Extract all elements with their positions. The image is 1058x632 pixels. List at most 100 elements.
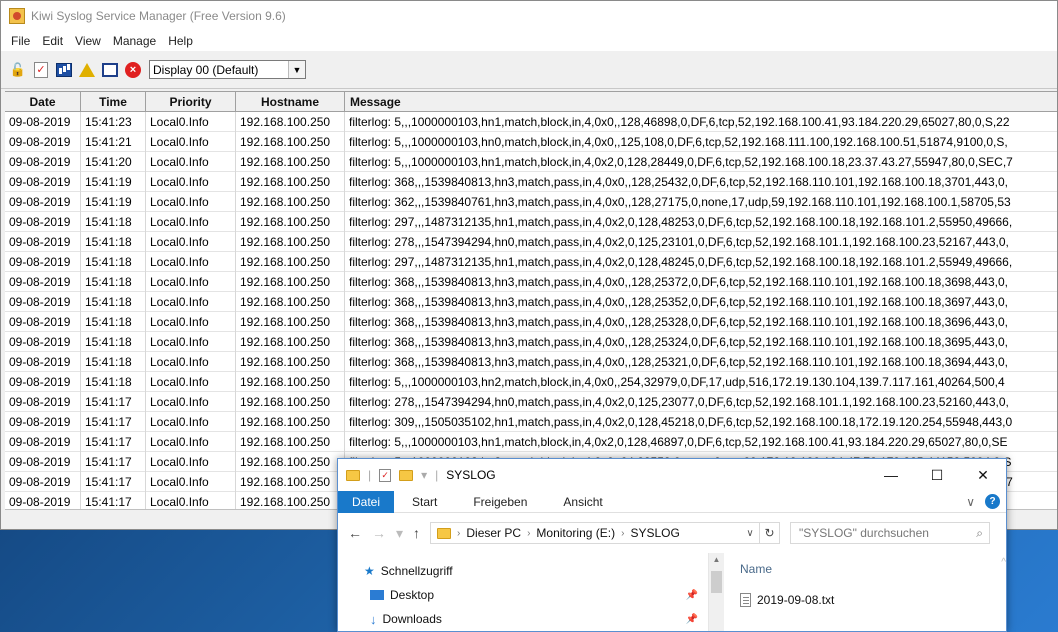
cell-date: 09-08-2019 <box>5 231 81 252</box>
forward-icon[interactable]: → <box>372 525 386 541</box>
nav-downloads[interactable]: ↓ Downloads 📌 <box>338 607 708 631</box>
cell-time: 15:41:20 <box>81 151 146 172</box>
chevron-right-icon[interactable]: › <box>621 528 624 539</box>
syslog-grid: Date Time Priority Hostname Message 09-0… <box>5 91 1057 512</box>
column-message[interactable]: Message <box>345 92 1057 111</box>
table-row[interactable]: 09-08-2019 15:41:18 Local0.Info 192.168.100… <box>5 291 1057 312</box>
table-row[interactable]: 09-08-2019 15:41:18 Local0.Info 192.168.100… <box>5 351 1057 372</box>
table-row[interactable]: 09-08-2019 15:41:18 Local0.Info 192.168.100… <box>5 331 1057 352</box>
file-explorer-window: | ✓ ▾ | SYSLOG — ☐ ✕ Datei Start Freigeb… <box>337 458 1007 632</box>
table-row[interactable]: 09-08-2019 15:41:17 Local0.Info 192.168.100… <box>5 411 1057 432</box>
checklist-button[interactable]: ✓ <box>32 61 50 79</box>
help-icon[interactable]: ? <box>985 494 1000 509</box>
refresh-icon[interactable]: ↻ <box>760 522 781 544</box>
column-priority[interactable]: Priority <box>146 92 236 111</box>
cell-message: filterlog: 5,,,1000000103,hn1,match,bloc… <box>349 114 1010 129</box>
pin-icon[interactable]: 📌 <box>686 590 698 601</box>
cell-time: 15:41:18 <box>81 311 146 332</box>
menu-view[interactable]: View <box>69 34 107 48</box>
cell-hostname: 192.168.100.250 <box>236 251 345 272</box>
menu-file[interactable]: File <box>5 34 36 48</box>
chevron-down-icon[interactable]: ∨ <box>741 528 759 539</box>
stop-button[interactable]: × <box>124 61 142 79</box>
table-row[interactable]: 09-08-2019 15:41:18 Local0.Info 192.168.100… <box>5 231 1057 252</box>
breadcrumb-monitoring[interactable]: Monitoring (E:) <box>536 526 615 540</box>
chevron-down-icon[interactable]: ▼ <box>288 61 305 78</box>
warning-button[interactable] <box>78 61 96 79</box>
cell-priority: Local0.Info <box>146 311 236 332</box>
cell-hostname: 192.168.100.250 <box>236 411 345 432</box>
table-row[interactable]: 09-08-2019 15:41:23 Local0.Info 192.168.100… <box>5 111 1057 132</box>
stop-icon: × <box>125 61 141 78</box>
nav-quick-access-label: Schnellzugriff <box>380 564 453 578</box>
cell-hostname: 192.168.100.250 <box>236 191 345 212</box>
table-row[interactable]: 09-08-2019 15:41:17 Local0.Info 192.168.100… <box>5 431 1057 452</box>
menu-manage[interactable]: Manage <box>107 34 162 48</box>
menu-edit[interactable]: Edit <box>36 34 69 48</box>
cell-priority: Local0.Info <box>146 371 236 392</box>
cell-priority: Local0.Info <box>146 271 236 292</box>
cell-priority: Local0.Info <box>146 451 236 472</box>
display-select[interactable]: Display 00 (Default) ▼ <box>149 60 306 79</box>
file-item[interactable]: 2019-09-08.txt <box>740 587 1006 613</box>
table-row[interactable]: 09-08-2019 15:41:19 Local0.Info 192.168.100… <box>5 171 1057 192</box>
back-icon[interactable]: ← <box>348 525 362 541</box>
chevron-right-icon[interactable]: › <box>457 528 460 539</box>
table-row[interactable]: 09-08-2019 15:41:17 Local0.Info 192.168.100… <box>5 391 1057 412</box>
cell-date: 09-08-2019 <box>5 311 81 332</box>
chevron-right-icon[interactable]: › <box>527 528 530 539</box>
display-button[interactable] <box>101 61 119 79</box>
tab-ansicht[interactable]: Ansicht <box>545 495 620 509</box>
customize-chevron-icon[interactable]: ▾ <box>421 468 427 482</box>
nav-desktop[interactable]: Desktop 📌 <box>338 583 708 607</box>
maximize-icon[interactable]: ☐ <box>914 467 960 484</box>
column-date[interactable]: Date <box>5 92 81 111</box>
cell-message: filterlog: 297,,,1487312135,hn1,match,pa… <box>349 254 1013 269</box>
scroll-up-icon[interactable]: ▲ <box>709 553 724 564</box>
properties-icon[interactable]: ✓ <box>379 468 392 482</box>
table-row[interactable]: 09-08-2019 15:41:19 Local0.Info 192.168.100… <box>5 191 1057 212</box>
recent-chevron-icon[interactable]: ▾ <box>396 525 403 542</box>
table-row[interactable]: 09-08-2019 15:41:21 Local0.Info 192.168.100… <box>5 131 1057 152</box>
up-icon[interactable]: ↑ <box>413 525 420 541</box>
chart-icon <box>56 62 72 77</box>
address-bar[interactable]: › Dieser PC › Monitoring (E:) › SYSLOG ∨ <box>430 522 761 544</box>
tab-freigeben[interactable]: Freigeben <box>455 495 545 509</box>
cell-priority: Local0.Info <box>146 431 236 452</box>
cell-date: 09-08-2019 <box>5 111 81 132</box>
cell-time: 15:41:18 <box>81 351 146 372</box>
navigation-pane: ★ Schnellzugriff Desktop 📌 ↓ Downloads 📌 <box>338 553 708 631</box>
column-hostname[interactable]: Hostname <box>236 92 345 111</box>
column-name[interactable]: Name <box>740 557 1006 581</box>
minimize-icon[interactable]: — <box>868 467 914 484</box>
breadcrumb-this-pc[interactable]: Dieser PC <box>466 526 521 540</box>
star-icon: ★ <box>364 564 375 578</box>
cell-time: 15:41:17 <box>81 391 146 412</box>
tab-datei[interactable]: Datei <box>338 490 394 513</box>
cell-priority: Local0.Info <box>146 211 236 232</box>
table-row[interactable]: 09-08-2019 15:41:18 Local0.Info 192.168.100… <box>5 251 1057 272</box>
table-row[interactable]: 09-08-2019 15:41:18 Local0.Info 192.168.100… <box>5 211 1057 232</box>
cell-date: 09-08-2019 <box>5 331 81 352</box>
table-row[interactable]: 09-08-2019 15:41:18 Local0.Info 192.168.100… <box>5 271 1057 292</box>
search-placeholder: "SYSLOG" durchsuchen <box>799 526 929 540</box>
expand-ribbon-icon[interactable]: ∨ <box>966 495 975 509</box>
close-icon[interactable]: ✕ <box>960 467 1006 484</box>
cell-time: 15:41:18 <box>81 231 146 252</box>
nav-quick-access[interactable]: ★ Schnellzugriff <box>338 559 708 583</box>
table-row[interactable]: 09-08-2019 15:41:18 Local0.Info 192.168.100… <box>5 371 1057 392</box>
pin-icon[interactable]: 📌 <box>686 614 698 625</box>
column-time[interactable]: Time <box>81 92 146 111</box>
scroll-thumb[interactable] <box>711 571 722 593</box>
search-input[interactable]: "SYSLOG" durchsuchen ⌕ <box>790 522 991 544</box>
new-folder-icon[interactable] <box>399 469 414 481</box>
chart-button[interactable] <box>55 61 73 79</box>
cell-time: 15:41:17 <box>81 411 146 432</box>
lock-icon[interactable]: 🔓 <box>9 61 27 79</box>
table-row[interactable]: 09-08-2019 15:41:20 Local0.Info 192.168.100… <box>5 151 1057 172</box>
menu-help[interactable]: Help <box>162 34 199 48</box>
nav-scrollbar[interactable]: ▲ <box>708 553 724 631</box>
breadcrumb-syslog[interactable]: SYSLOG <box>630 526 679 540</box>
tab-start[interactable]: Start <box>394 495 455 509</box>
table-row[interactable]: 09-08-2019 15:41:18 Local0.Info 192.168.100… <box>5 311 1057 332</box>
